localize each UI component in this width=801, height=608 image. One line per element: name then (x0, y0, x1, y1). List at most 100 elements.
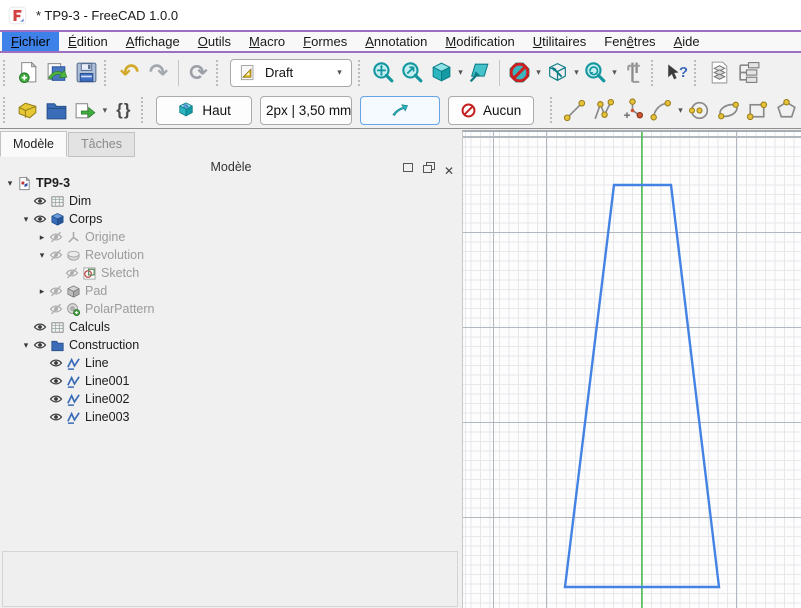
group-button[interactable] (42, 95, 71, 125)
fit-selection-button[interactable] (398, 58, 427, 88)
chevron-down-icon[interactable]: ▾ (572, 67, 581, 78)
draft-polygon-button[interactable] (772, 95, 801, 125)
tree-item-line002[interactable]: Line002 (0, 390, 458, 408)
autogroup-button[interactable]: Aucun (448, 96, 534, 125)
layers-button[interactable] (705, 58, 734, 88)
eye-visible-icon[interactable] (33, 212, 47, 226)
refresh-button[interactable]: ⟳ (184, 58, 213, 88)
new-document-button[interactable] (14, 58, 43, 88)
draft-rectangle-button[interactable] (743, 95, 772, 125)
tree-item-tp9-3[interactable]: ▾ TP9-3 (0, 174, 458, 192)
menu-formes[interactable]: Formes (294, 32, 356, 51)
menu-affichage[interactable]: Affichage (117, 32, 189, 51)
draft-fillet-button[interactable] (618, 95, 647, 125)
expander-icon[interactable]: ▾ (19, 214, 33, 225)
menu-edition[interactable]: Édition (59, 32, 117, 51)
draft-polyline-button[interactable] (589, 95, 618, 125)
line-width-button[interactable]: 2px | 3,50 mm (260, 96, 352, 125)
tab-taches[interactable]: Tâches (68, 132, 135, 157)
construction-mode-button[interactable] (360, 96, 440, 125)
tab-modele[interactable]: Modèle (0, 131, 67, 157)
whats-this-button[interactable]: ? (662, 58, 691, 88)
menu-macro[interactable]: Macro (240, 32, 294, 51)
tree-item-line[interactable]: Line (0, 354, 458, 372)
chevron-down-icon[interactable]: ▾ (676, 105, 685, 116)
rotate-view-button[interactable] (581, 58, 610, 88)
expander-icon[interactable]: ▾ (35, 250, 49, 261)
menu-modification[interactable]: Modification (436, 32, 523, 51)
eye-visible-icon[interactable] (49, 410, 63, 424)
tree-view-button[interactable] (734, 58, 763, 88)
tree-item-pad[interactable]: ▸ Pad (0, 282, 458, 300)
menu-fenetres[interactable]: Fenêtres (595, 32, 664, 51)
panel-collapse-button[interactable] (402, 162, 414, 173)
menu-aide[interactable]: Aide (665, 32, 709, 51)
panel-close-button[interactable]: ✕ (444, 162, 456, 173)
toolbar-grip[interactable] (216, 60, 222, 86)
menu-fichier[interactable]: Fichier (2, 32, 59, 51)
tree-item-polarpattern[interactable]: PolarPattern (0, 300, 458, 318)
toolbar-grip[interactable] (550, 97, 555, 123)
toolbar-grip[interactable] (104, 60, 110, 86)
tree-item-line001[interactable]: Line001 (0, 372, 458, 390)
expander-icon[interactable]: ▸ (35, 286, 49, 297)
fit-all-button[interactable] (369, 58, 398, 88)
clipping-plane-button[interactable] (505, 58, 534, 88)
isometric-view-button[interactable] (427, 58, 456, 88)
chevron-down-icon[interactable]: ▾ (610, 67, 619, 78)
workbench-selector[interactable]: Draft ▾ (230, 59, 352, 87)
3d-viewport[interactable] (462, 130, 801, 608)
measure-button[interactable] (619, 58, 648, 88)
expression-button[interactable]: {} (109, 95, 138, 125)
eye-hidden-icon[interactable] (49, 248, 63, 262)
add-to-group-button[interactable] (71, 95, 100, 125)
chevron-down-icon[interactable]: ▾ (534, 67, 543, 78)
eye-visible-icon[interactable] (33, 320, 47, 334)
panel-float-button[interactable] (423, 162, 435, 173)
tree-item-line003[interactable]: Line003 (0, 408, 458, 426)
toolbar-grip[interactable] (651, 60, 657, 86)
expander-icon[interactable]: ▾ (3, 178, 17, 189)
draft-line-button[interactable] (560, 95, 589, 125)
view-top-button[interactable]: Haut (156, 96, 252, 125)
eye-hidden-icon[interactable] (49, 284, 63, 298)
title-bar[interactable]: * TP9-3 - FreeCAD 1.0.0 (0, 0, 801, 30)
tree-item-construction[interactable]: ▾ Construction (0, 336, 458, 354)
chevron-down-icon[interactable]: ▾ (100, 105, 109, 116)
menu-outils[interactable]: Outils (189, 32, 240, 51)
toolbar-grip[interactable] (694, 60, 700, 86)
chevron-down-icon[interactable]: ▾ (456, 67, 465, 78)
redo-button[interactable]: ↷ (144, 58, 173, 88)
expander-icon[interactable]: ▸ (35, 232, 49, 243)
draft-arc-button[interactable] (647, 95, 676, 125)
eye-visible-icon[interactable] (33, 194, 47, 208)
draft-circle-button[interactable] (685, 95, 714, 125)
tree-item-revolution[interactable]: ▾ Revolution (0, 246, 458, 264)
eye-hidden-icon[interactable] (65, 266, 79, 280)
toolbar-grip[interactable] (3, 97, 8, 123)
eye-visible-icon[interactable] (49, 356, 63, 370)
toolbar-grip[interactable] (3, 60, 9, 86)
tree-item-calculs[interactable]: Calculs (0, 318, 458, 336)
tree-item-origine[interactable]: ▸ Origine (0, 228, 458, 246)
zoom-box-button[interactable] (465, 58, 494, 88)
tree-item-dim[interactable]: Dim (0, 192, 458, 210)
eye-hidden-icon[interactable] (49, 230, 63, 244)
eye-visible-icon[interactable] (33, 338, 47, 352)
view-cube-button[interactable] (543, 58, 572, 88)
expander-icon[interactable]: ▾ (19, 340, 33, 351)
save-button[interactable] (72, 58, 101, 88)
draft-ellipse-button[interactable] (714, 95, 743, 125)
menu-annotation[interactable]: Annotation (356, 32, 436, 51)
eye-hidden-icon[interactable] (49, 302, 63, 316)
toolbar-grip[interactable] (141, 97, 146, 123)
eye-visible-icon[interactable] (49, 392, 63, 406)
toolbar-grip[interactable] (358, 60, 364, 86)
eye-visible-icon[interactable] (49, 374, 63, 388)
tree-item-corps[interactable]: ▾ Corps (0, 210, 458, 228)
open-button[interactable] (43, 58, 72, 88)
tree-item-sketch[interactable]: Sketch (0, 264, 458, 282)
undo-button[interactable]: ↶ (115, 58, 144, 88)
menu-utilitaires[interactable]: Utilitaires (524, 32, 595, 51)
part-button[interactable] (13, 95, 42, 125)
